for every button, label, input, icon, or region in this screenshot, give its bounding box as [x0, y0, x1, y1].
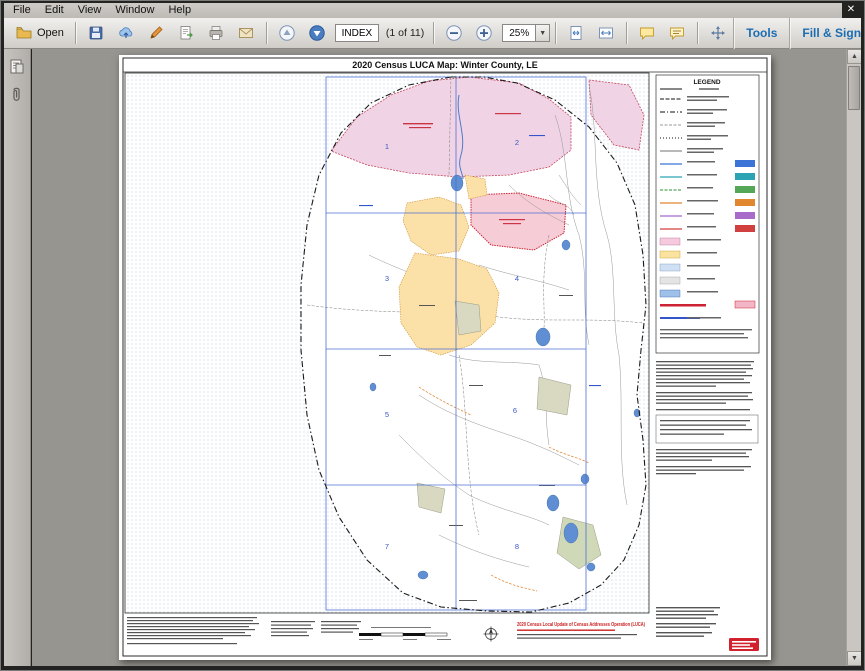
scroll-up-button[interactable]: ▲: [847, 49, 861, 64]
svg-text:6: 6: [513, 406, 517, 415]
svg-text:5: 5: [385, 410, 389, 419]
fit-width-icon: [597, 24, 615, 42]
toolbar-separator: [75, 22, 76, 44]
map-body: 1 2 3 4 5 6 7 8: [125, 73, 649, 613]
open-label: Open: [37, 27, 64, 39]
scrollbar-thumb[interactable]: [848, 66, 860, 110]
highlight-comment-button[interactable]: [662, 21, 692, 45]
fill-sign-pane-button[interactable]: Fill & Sign: [789, 18, 865, 49]
document-area: 2020 Census LUCA Map: Winter County, LE: [32, 49, 861, 666]
sign-button[interactable]: [141, 21, 171, 45]
svg-text:3: 3: [385, 274, 389, 283]
menu-edit[interactable]: Edit: [38, 3, 71, 18]
close-button[interactable]: ✕: [843, 2, 859, 17]
speech-bubble-icon: [638, 24, 656, 42]
up-arrow-icon: [278, 24, 296, 42]
census-logo: [729, 638, 759, 651]
tools-pane-button[interactable]: Tools: [733, 18, 789, 49]
legend-title: LEGEND: [693, 79, 720, 86]
svg-text:4: 4: [515, 274, 519, 283]
sticky-note-button[interactable]: [632, 21, 662, 45]
svg-text:7: 7: [385, 542, 389, 551]
envelope-icon: [237, 24, 255, 42]
zoom-value: 25%: [503, 28, 535, 39]
map-title: 2020 Census LUCA Map: Winter County, LE: [352, 60, 537, 70]
map-sheet: 2020 Census LUCA Map: Winter County, LE: [119, 55, 771, 660]
toolbar-separator: [626, 22, 627, 44]
menu-window[interactable]: Window: [108, 3, 161, 18]
toolbar-separator: [266, 22, 267, 44]
fit-width-button[interactable]: [591, 21, 621, 45]
printer-icon: [207, 24, 225, 42]
luca-program-title: 2020 Census Local Update of Census Addre…: [517, 622, 645, 628]
svg-text:8: 8: [515, 542, 519, 551]
cloud-upload-button[interactable]: [111, 21, 141, 45]
vertical-scrollbar[interactable]: ▲ ▼: [846, 49, 861, 666]
save-button[interactable]: [81, 21, 111, 45]
toolbar-separator: [697, 22, 698, 44]
toolbar: Open: [4, 18, 861, 49]
task-pane-links: Tools Fill & Sign Comment: [733, 18, 865, 49]
minus-icon: [445, 24, 463, 42]
export-button[interactable]: [171, 21, 201, 45]
down-arrow-icon: [308, 24, 326, 42]
zoom-out-button[interactable]: [439, 21, 469, 45]
toolbar-separator: [555, 22, 556, 44]
toolbar-separator: [433, 22, 434, 44]
document-icon: [177, 24, 195, 42]
previous-page-button[interactable]: [272, 21, 302, 45]
pan-button[interactable]: [703, 21, 733, 45]
pdf-page: 2020 Census LUCA Map: Winter County, LE: [119, 55, 771, 660]
fit-page-icon: [567, 24, 585, 42]
pan-arrows-icon: [709, 24, 727, 42]
comment-lines-icon: [668, 24, 686, 42]
page-count-label: (1 of 11): [386, 27, 424, 39]
next-page-button[interactable]: [302, 21, 332, 45]
fit-page-button[interactable]: [561, 21, 591, 45]
email-button[interactable]: [231, 21, 261, 45]
pen-icon: [147, 24, 165, 42]
open-folder-icon: [15, 24, 33, 42]
svg-text:2: 2: [515, 138, 519, 147]
zoom-level-select[interactable]: 25% ▼: [502, 24, 550, 42]
acrobat-window: File Edit View Window Help ✕ Open: [0, 0, 865, 671]
menu-view[interactable]: View: [71, 3, 109, 18]
scroll-down-button[interactable]: ▼: [847, 651, 861, 666]
menu-bar: File Edit View Window Help: [4, 3, 842, 18]
chevron-down-icon: ▼: [535, 25, 549, 41]
menu-help[interactable]: Help: [161, 3, 198, 18]
zoom-in-button[interactable]: [469, 21, 499, 45]
print-button[interactable]: [201, 21, 231, 45]
menu-file[interactable]: File: [6, 3, 38, 18]
svg-text:1: 1: [385, 142, 389, 151]
navigation-sidebar: [4, 49, 31, 666]
attachments-button[interactable]: [8, 86, 26, 104]
plus-icon: [475, 24, 493, 42]
page-thumbnails-button[interactable]: [8, 58, 26, 76]
page-number-input[interactable]: [335, 24, 379, 42]
cloud-icon: [117, 24, 135, 42]
open-button[interactable]: Open: [9, 21, 70, 45]
legend-panel: LEGEND: [656, 75, 759, 353]
save-icon: [87, 24, 105, 42]
